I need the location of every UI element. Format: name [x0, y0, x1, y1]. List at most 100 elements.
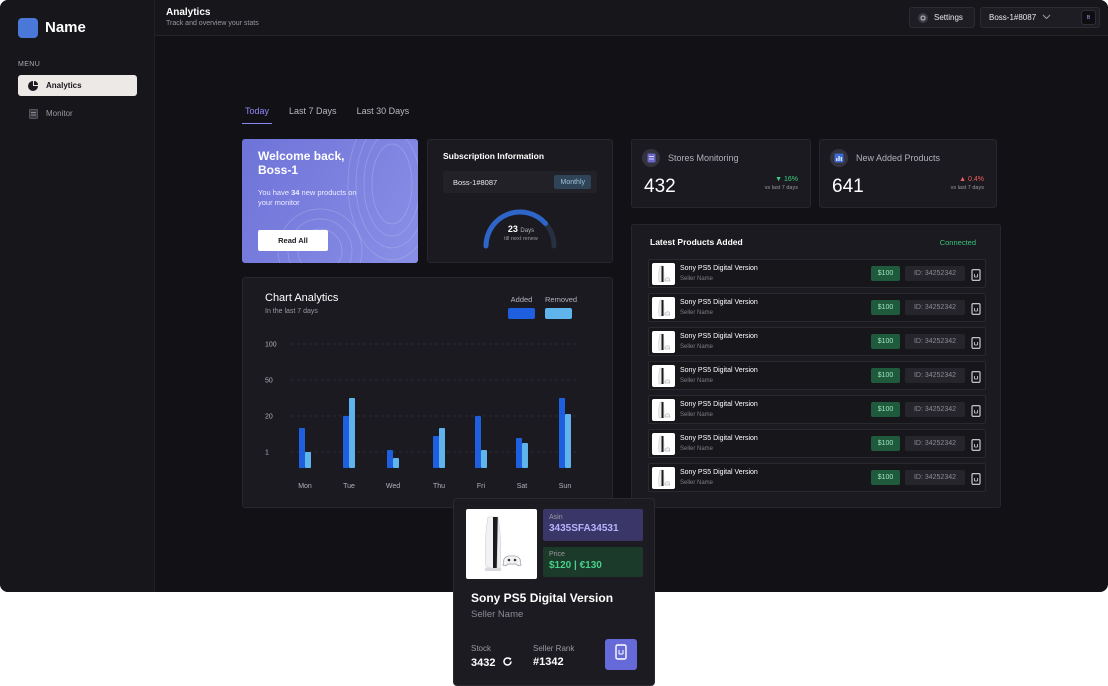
mobile-icon[interactable] — [971, 370, 981, 383]
read-all-button[interactable]: Read All — [258, 230, 328, 251]
price-badge: $100 — [871, 436, 900, 451]
stores-monitoring-card: Stores Monitoring 432 ▼ 16% vs last 7 day… — [631, 139, 811, 208]
bar-chart: 100 50 20 1 Mon Tue Wed Thu Fri Sat Sun — [265, 342, 578, 490]
chart-card: Chart Analytics In the last 7 days Added… — [242, 277, 613, 508]
y-tick-label: 1 — [265, 450, 269, 457]
subscription-card: Subscription Information Boss-1#8087 Mon… — [427, 139, 613, 263]
x-tick-label: Thu — [433, 483, 445, 490]
plan-badge: Monthly — [554, 175, 591, 189]
header: Analytics Track and overview your stats … — [155, 0, 1108, 36]
mobile-icon[interactable] — [971, 404, 981, 417]
sidebar-item-label: Monitor — [46, 109, 73, 118]
sidebar-item-label: Analytics — [46, 81, 82, 90]
product-row[interactable]: Sony PS5 Digital Version Seller Name $100 I… — [648, 463, 986, 492]
asin-value: 3435SFA34531 — [549, 523, 619, 534]
bar-added-mon — [299, 428, 305, 468]
refresh-icon[interactable] — [502, 656, 513, 670]
product-id: ID: 34252342 — [905, 266, 965, 281]
product-thumbnail — [652, 297, 675, 319]
welcome-card: Welcome back, Boss-1 You have 34 new pro… — [242, 139, 418, 263]
brand-name: Name — [45, 19, 86, 36]
x-tick-label: Sun — [559, 483, 572, 490]
seller-name: Seller Name — [680, 344, 714, 350]
stores-icon — [642, 149, 660, 167]
product-name: Sony PS5 Digital Version — [680, 333, 758, 340]
settings-button[interactable]: Settings — [909, 7, 975, 28]
price-badge: $100 — [871, 300, 900, 315]
price-badge: $100 — [871, 470, 900, 485]
bar-added-fri — [475, 416, 481, 468]
welcome-text: You have 34 new products on your monitor — [258, 188, 357, 207]
product-name: Sony PS5 Digital Version — [680, 401, 758, 408]
product-thumbnail — [652, 263, 675, 285]
user-label: Boss-1#8087 — [989, 13, 1037, 22]
product-name: Sony PS5 Digital Version — [471, 591, 614, 605]
product-name: Sony PS5 Digital Version — [680, 367, 758, 374]
stock-label: Stock — [471, 644, 492, 653]
page-title: Analytics — [166, 7, 211, 18]
price-badge: $100 — [871, 266, 900, 281]
date-range-tabs: Today Last 7 Days Last 30 Days — [242, 104, 412, 124]
mobile-icon[interactable] — [971, 268, 981, 281]
user-dropdown[interactable]: Boss-1#8087 B — [980, 7, 1100, 28]
document-icon — [28, 108, 38, 119]
product-row[interactable]: Sony PS5 Digital Version Seller Name $100 I… — [648, 395, 986, 424]
mobile-view-button[interactable] — [605, 639, 637, 670]
product-thumbnail — [652, 399, 675, 421]
gear-icon — [918, 12, 928, 23]
chevron-down-icon — [1042, 13, 1051, 22]
seller-rank-value: #1342 — [533, 656, 564, 668]
seller-name: Seller Name — [680, 446, 714, 452]
bar-removed-wed — [393, 458, 399, 468]
subscription-account: Boss-1#8087 Monthly — [443, 171, 597, 193]
latest-products-card: Latest Products Added Connected Sony PS5… — [631, 224, 1001, 508]
welcome-title: Welcome back, Boss-1 — [258, 149, 345, 177]
y-tick-label: 50 — [265, 378, 273, 385]
mobile-icon[interactable] — [971, 472, 981, 485]
product-row[interactable]: Sony PS5 Digital Version Seller Name $100 I… — [648, 361, 986, 390]
product-thumbnail — [652, 467, 675, 489]
asin-box: Asin 3435SFA34531 — [543, 509, 643, 541]
product-row[interactable]: Sony PS5 Digital Version Seller Name $100 I… — [648, 429, 986, 458]
tab-last-30-days[interactable]: Last 30 Days — [354, 104, 413, 124]
bar-removed-mon — [305, 452, 311, 468]
seller-name: Seller Name — [680, 378, 714, 384]
product-id: ID: 34252342 — [905, 436, 965, 451]
page-subtitle: Track and overview your stats — [166, 20, 259, 27]
sidebar-item-monitor[interactable]: Monitor — [18, 103, 137, 124]
settings-label: Settings — [934, 13, 963, 22]
account-name: Boss-1#8087 — [453, 177, 498, 187]
price-badge: $100 — [871, 334, 900, 349]
product-id: ID: 34252342 — [905, 334, 965, 349]
seller-name: Seller Name — [680, 412, 714, 418]
mobile-icon[interactable] — [971, 438, 981, 451]
asin-label: Asin — [549, 514, 563, 521]
mobile-icon[interactable] — [971, 302, 981, 315]
new-products-card: New Added Products 641 ▲ 0.4% vs last 7 d… — [819, 139, 997, 208]
bar-removed-sat — [522, 443, 528, 468]
tab-today[interactable]: Today — [242, 104, 273, 124]
menu-label: MENU — [18, 61, 41, 68]
price-badge: $100 — [871, 368, 900, 383]
sidebar-item-analytics[interactable]: Analytics — [18, 75, 137, 96]
mobile-icon[interactable] — [971, 336, 981, 349]
stat-title: Stores Monitoring — [668, 153, 739, 163]
days-readout: 23 Days — [507, 224, 535, 234]
bar-added-wed — [387, 450, 393, 468]
bar-added-thu — [433, 436, 439, 468]
x-tick-label: Sat — [517, 483, 528, 490]
product-row[interactable]: Sony PS5 Digital Version Seller Name $100 I… — [648, 259, 986, 288]
sidebar: Name MENU Analytics Monitor — [0, 0, 155, 592]
stock-value: 3432 — [471, 656, 513, 670]
bar-removed-sun — [565, 414, 571, 468]
bar-added-sat — [516, 438, 522, 468]
product-name: Sony PS5 Digital Version — [680, 265, 758, 272]
avatar[interactable]: B — [1081, 10, 1096, 25]
tab-last-7-days[interactable]: Last 7 Days — [286, 104, 340, 124]
bar-added-tue — [343, 416, 349, 468]
stat-change: ▼ 16% vs last 7 days — [764, 176, 798, 191]
product-row[interactable]: Sony PS5 Digital Version Seller Name $100 I… — [648, 293, 986, 322]
pie-chart-icon — [28, 80, 38, 91]
product-row[interactable]: Sony PS5 Digital Version Seller Name $100 I… — [648, 327, 986, 356]
days-caption: till next renew — [504, 236, 538, 242]
